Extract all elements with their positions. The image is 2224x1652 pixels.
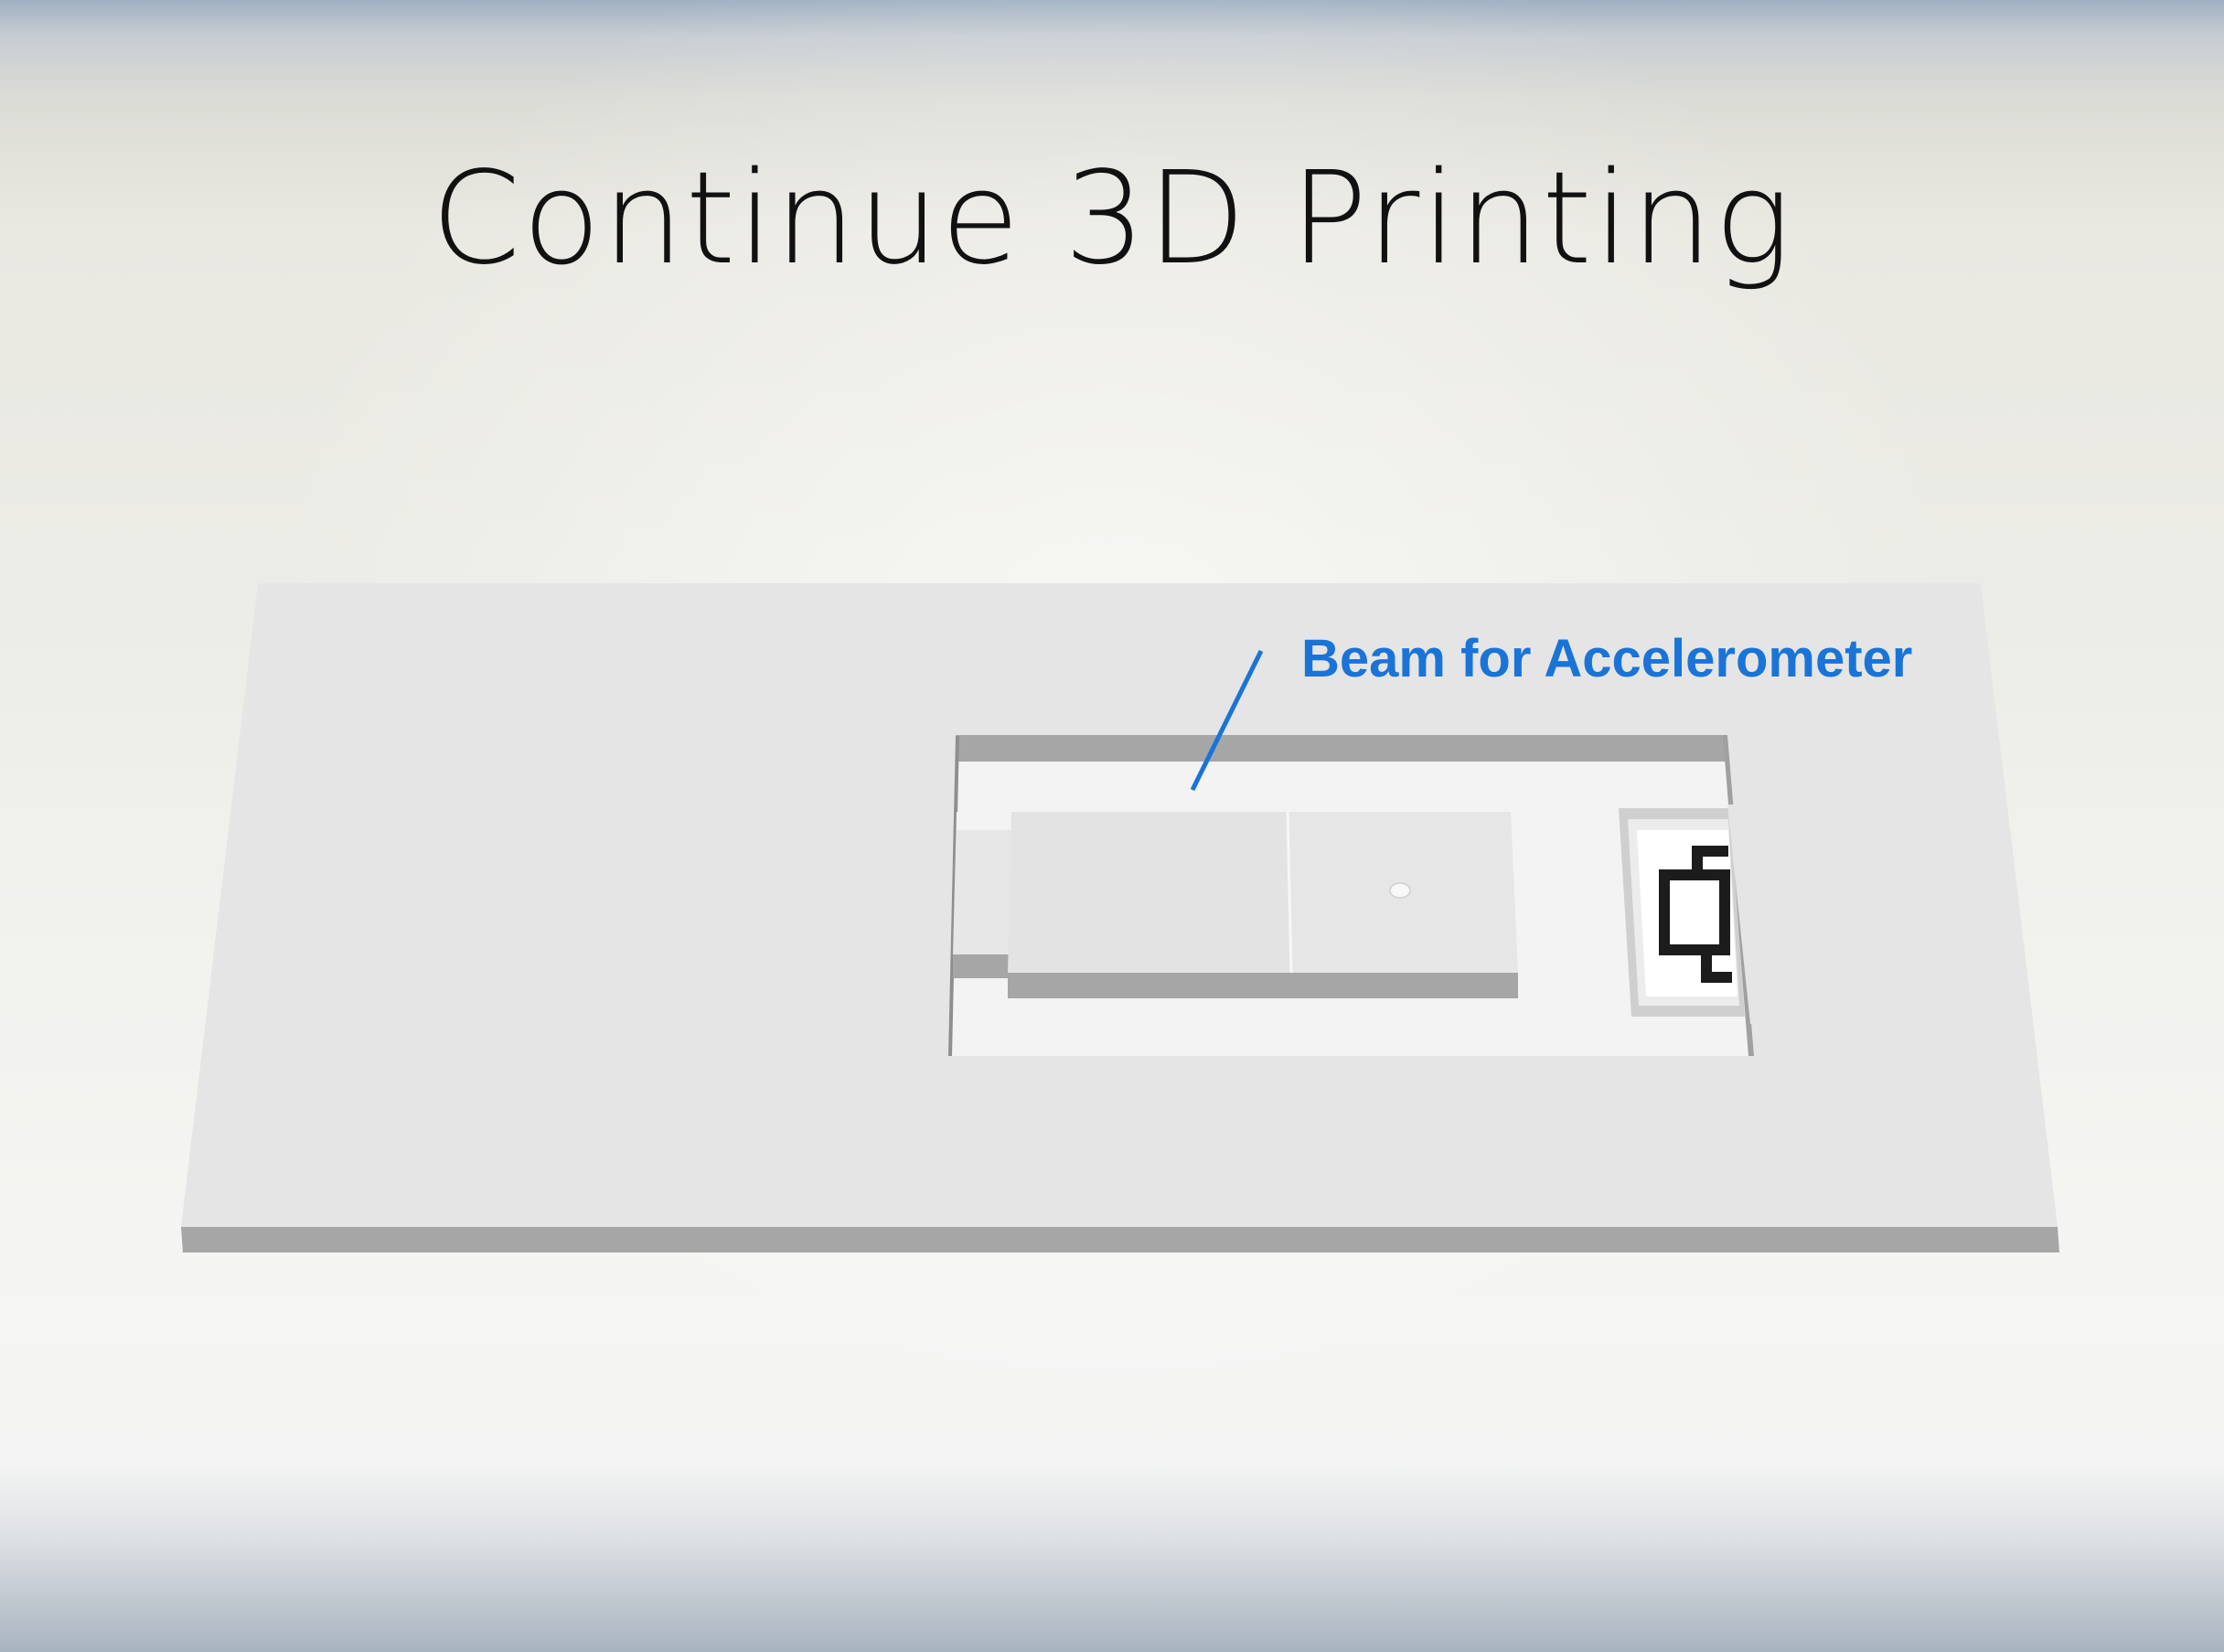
left-ledge-top: [953, 812, 1011, 954]
pocket-back-wall: [956, 735, 1727, 762]
slide-background: Continue 3D Printing Beam for Accelerome…: [0, 0, 2224, 1652]
beam-top-left: [1008, 812, 1291, 973]
left-ledge-side: [953, 954, 1011, 978]
beam-hole: [1389, 882, 1411, 899]
callout-label-beam: Beam for Accelerometer: [1301, 629, 1912, 688]
base-plate-side: [181, 1227, 2059, 1252]
3d-model-render: Beam for Accelerometer: [181, 583, 2059, 1252]
left-notch: [957, 812, 1011, 830]
beam-side: [1008, 973, 1518, 998]
